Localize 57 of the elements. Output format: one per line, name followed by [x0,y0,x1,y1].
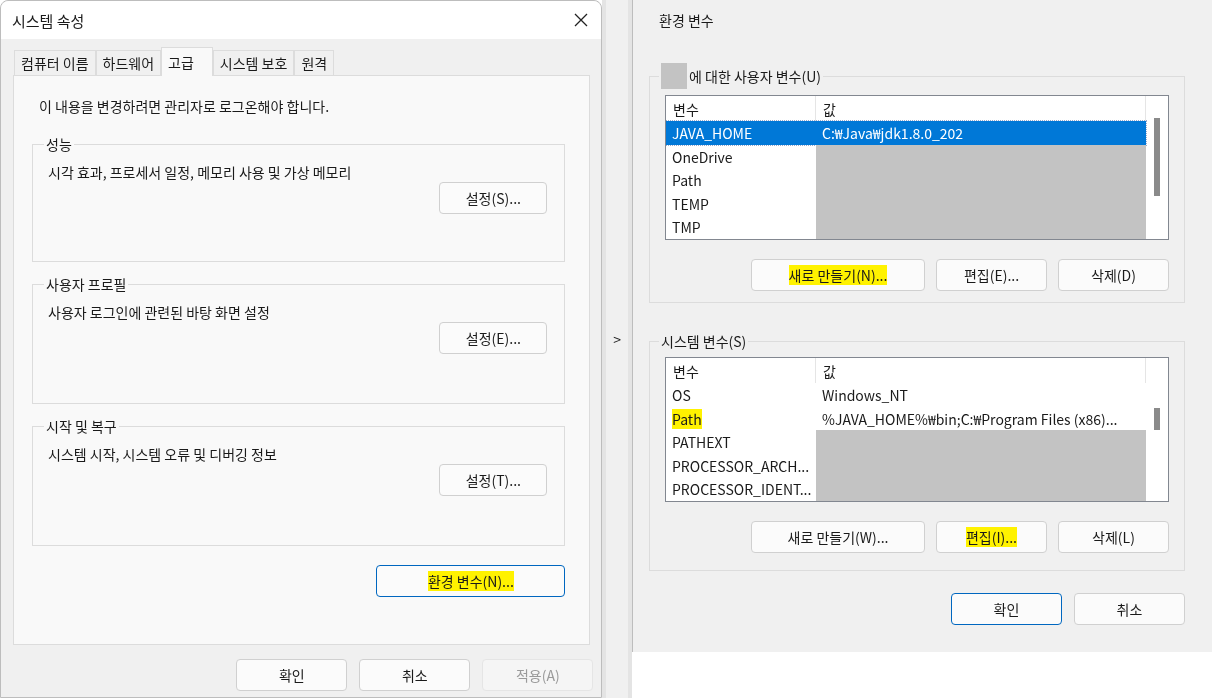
variable-button[interactable]: 삭제(D) [1058,259,1169,291]
group-title: 에 대한 사용자 변수(U) [689,66,821,86]
variable-button[interactable]: 삭제(L) [1058,521,1169,553]
notice-text: 이 내용을 변경하려면 관리자로 로그온해야 합니다. [39,96,331,116]
variable-value: Windows_NT [821,384,909,407]
dialog-button[interactable]: 취소 [359,659,471,691]
variable-row[interactable]: OS Windows_NT [666,383,1146,407]
arrow-text: > [613,329,622,349]
variable-name: PROCESSOR_ARCH... [671,454,811,478]
group-title: 사용자 프로필 [45,274,128,294]
group-title: 시작 및 복구 [45,416,118,436]
variable-button[interactable]: 새로 만들기(N)... [751,259,925,291]
variable-row[interactable]: TMP [666,215,1146,239]
variable-row[interactable]: PATHEXT [666,430,1146,454]
dialog-button[interactable]: 확인 [951,593,1062,625]
variable-button[interactable]: 편집(E)... [936,259,1047,291]
variable-name: OneDrive [671,145,734,169]
dialog-button[interactable]: 취소 [1074,593,1185,625]
close-icon[interactable] [573,12,590,28]
tab[interactable]: 고급 [161,47,213,76]
variable-value: %JAVA_HOME%₩bin;C:₩Program Files (x86)... [821,407,1119,431]
window-title: 시스템 속성 [12,9,85,31]
variable-name: PROCESSOR_IDENT... [671,478,813,501]
tab[interactable]: 하드웨어 [95,50,162,75]
variable-row[interactable]: Path [666,168,1146,192]
variable-name: PATHEXT [671,431,732,454]
variable-row[interactable]: JAVA_HOME C:₩Java₩jdk1.8.0_202 [666,121,1146,145]
variable-row[interactable]: PROCESSOR_IDENT... [666,477,1146,501]
group-title: 성능 [45,134,73,154]
tab[interactable]: 시스템 보호 [212,50,295,75]
variable-name: OS [671,384,692,407]
column-header[interactable]: 값 [816,358,1146,384]
variable-name: Path [671,169,703,192]
variable-name: TEMP [671,192,710,216]
variable-name: JAVA_HOME [671,122,754,145]
variable-button[interactable]: 새로 만들기(W)... [751,521,925,553]
variable-row[interactable]: TEMP [666,191,1146,216]
group-description: 시각 효과, 프로세서 일정, 메모리 사용 및 가상 메모리 [48,162,353,182]
column-header[interactable]: 변수 [666,358,816,384]
dialog-button[interactable]: 확인 [236,659,348,691]
settings-button[interactable]: 설정(E)... [439,322,548,354]
variable-name: TMP [671,216,702,239]
variable-value: C:₩Java₩jdk1.8.0_202 [821,122,965,145]
variable-row[interactable]: PROCESSOR_ARCH... [666,453,1146,478]
group-description: 시스템 시작, 시스템 오류 및 디버깅 정보 [48,444,278,464]
tab[interactable]: 원격 [294,50,335,75]
group-title: 시스템 변수(S) [661,331,747,351]
variable-row[interactable]: Path %JAVA_HOME%₩bin;C:₩Program Files (x86)... [666,406,1146,431]
variable-name: Path [671,407,703,431]
variable-row[interactable]: OneDrive [666,144,1146,169]
window-title: 환경 변수 [659,10,715,32]
settings-button[interactable]: 설정(S)... [439,182,548,214]
variable-button[interactable]: 편집(I)... [936,521,1047,553]
environment-variables-button[interactable]: 환경 변수(N)... [376,565,566,597]
settings-button[interactable]: 설정(T)... [439,464,548,496]
tab[interactable]: 컴퓨터 이름 [14,50,96,75]
group-description: 사용자 로그인에 관련된 바탕 화면 설정 [48,302,271,322]
